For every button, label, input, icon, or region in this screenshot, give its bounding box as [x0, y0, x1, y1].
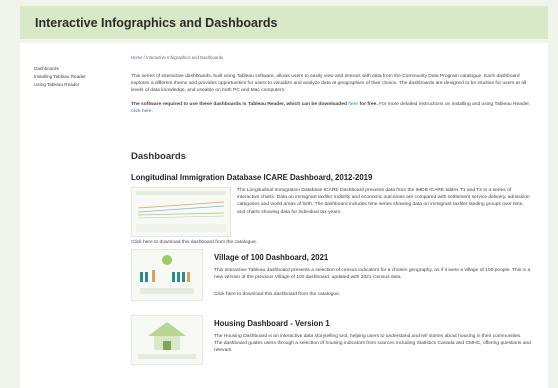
intro-paragraph: This series of interactive dashboards, b… [131, 74, 527, 94]
dashboard-thumbnail[interactable] [131, 187, 231, 237]
breadcrumb-home-link[interactable]: Home [131, 55, 142, 60]
dashboard-thumbnail[interactable] [131, 315, 203, 365]
software-note-bold: The software required to use these dashb… [131, 101, 347, 107]
dashboard-title[interactable]: Longitudinal Immigration Database ICARE … [131, 173, 531, 182]
content-card: Dashboards Installing Tableau Reader Usi… [20, 43, 548, 388]
sidebar-item-installing-tableau-reader[interactable]: Installing Tableau Reader [34, 73, 114, 81]
dashboard-download-link[interactable]: Click here to download this dashboard fr… [131, 239, 257, 246]
main-content: Home / Interactive Infographics and Dash… [131, 55, 531, 365]
dashboard-description: The Longitudinal Immigration Database IC… [237, 188, 530, 215]
dashboards-heading: Dashboards [131, 151, 186, 162]
sidebar-item-dashboards[interactable]: Dashboards [34, 65, 114, 73]
dashboard-description: This interactive Tableau dashboard prese… [214, 268, 531, 281]
software-note-text: For more detailed instructions on instal… [379, 101, 531, 107]
breadcrumb-separator: / [143, 55, 145, 60]
thumbnail-house-icon [132, 316, 202, 364]
page-title: Interactive Infographics and Dashboards [35, 15, 278, 30]
breadcrumb: Home / Interactive Infographics and Dash… [131, 55, 531, 60]
dashboard-title[interactable]: Housing Dashboard - Version 1 [214, 319, 330, 328]
dashboard-title[interactable]: Village of 100 Dashboard, 2021 [214, 253, 328, 262]
dashboard-thumbnail[interactable] [131, 249, 203, 301]
page: Interactive Infographics and Dashboards … [0, 0, 558, 388]
dashboard-description: The Housing Dashboard is an interactive … [214, 334, 531, 354]
software-note-bold-end: for free. [359, 101, 378, 107]
thumbnail-line-chart-icon [132, 188, 230, 236]
instructions-link[interactable]: click here. [131, 109, 153, 114]
sidebar-item-using-tableau-reader[interactable]: Using Tableau Reader [34, 81, 114, 89]
thumbnail-people-icon [132, 250, 202, 300]
page-banner: Interactive Infographics and Dashboards [20, 6, 548, 39]
dashboard-download-link[interactable]: Click here to download this dashboard fr… [214, 291, 340, 298]
breadcrumb-current: Interactive Infographics and Dashboards [146, 55, 224, 60]
dashboard-item-icare: Longitudinal Immigration Database ICARE … [131, 173, 531, 245]
tableau-download-link[interactable]: here [348, 102, 358, 107]
software-note: The software required to use these dashb… [131, 101, 531, 115]
sidebar-nav: Dashboards Installing Tableau Reader Usi… [34, 65, 114, 89]
